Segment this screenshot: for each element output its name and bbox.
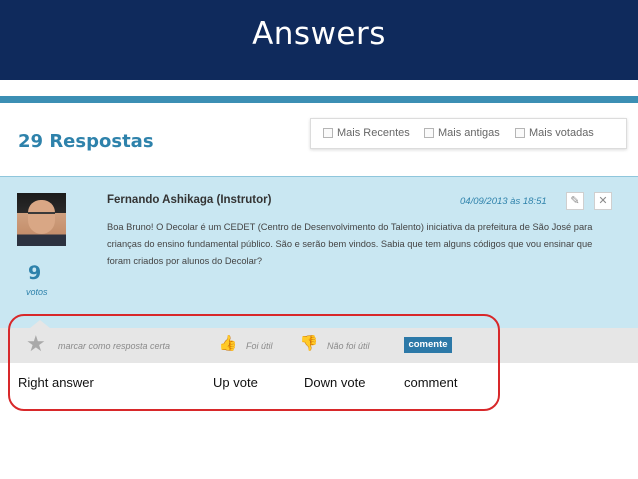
slide-title: Answers: [252, 16, 386, 52]
callout-down-vote: Down vote: [304, 375, 366, 390]
filter-most-voted[interactable]: Mais votadas: [515, 127, 594, 139]
top-strip: [0, 96, 638, 103]
vote-count-label: votos: [26, 287, 48, 297]
checkbox[interactable]: [515, 128, 525, 138]
checkbox[interactable]: [424, 128, 434, 138]
answer-author[interactable]: Fernando Ashikaga (Instrutor): [107, 194, 271, 206]
close-icon[interactable]: ✕: [594, 192, 612, 210]
filter-label: Mais antigas: [438, 127, 500, 139]
callout-up-vote: Up vote: [213, 375, 258, 390]
filter-label: Mais Recentes: [337, 127, 410, 139]
callout-comment: comment: [404, 375, 458, 390]
sort-filters: Mais Recentes Mais antigas Mais votadas: [310, 118, 627, 149]
callout-right-answer: Right answer: [18, 375, 94, 390]
answer-date: 04/09/2013 às 18:51: [460, 196, 547, 207]
filter-most-recent[interactable]: Mais Recentes: [323, 127, 410, 139]
avatar-glasses: [28, 212, 55, 218]
checkbox[interactable]: [323, 128, 333, 138]
filter-oldest[interactable]: Mais antigas: [424, 127, 500, 139]
answer-text: Boa Bruno! O Decolar é um CEDET (Centro …: [107, 222, 593, 266]
pencil-icon[interactable]: ✎: [566, 192, 584, 210]
filter-label: Mais votadas: [529, 127, 594, 139]
highlight-frame: [8, 314, 500, 411]
answers-count-heading: 29 Respostas: [18, 131, 154, 152]
vote-count: 9: [28, 262, 42, 284]
